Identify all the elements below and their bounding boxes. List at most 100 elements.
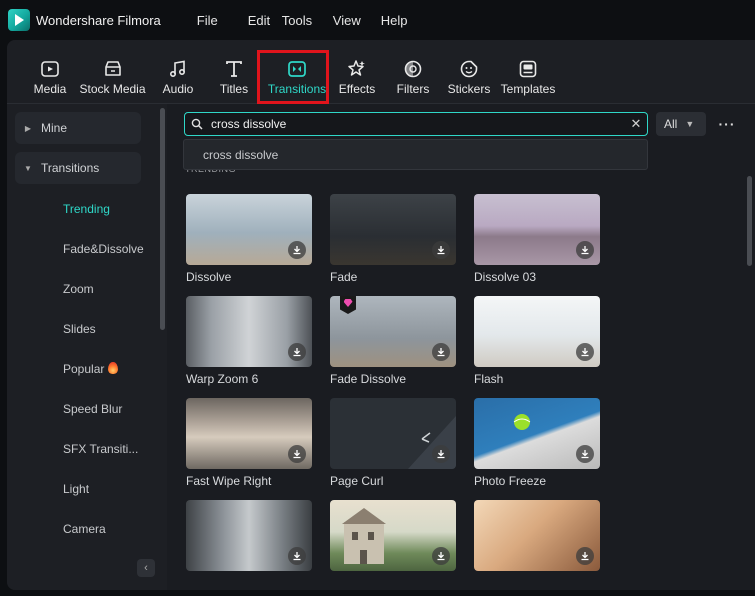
templates-icon	[517, 58, 539, 80]
tab-stock-media[interactable]: Stock Media	[72, 40, 153, 104]
filmora-logo-icon	[8, 9, 30, 31]
download-icon[interactable]	[576, 547, 594, 565]
library-panel: Media Stock Media Audio Titles Transitio…	[7, 40, 755, 590]
title-bar: Wondershare Filmora File Edit Tools View…	[0, 0, 755, 40]
tab-media-label: Media	[33, 82, 67, 96]
sidebar-item-popular-label: Popular	[63, 362, 105, 376]
transition-card-row4-1[interactable]	[186, 500, 312, 571]
search-box[interactable]: ✕	[184, 112, 648, 136]
transition-name: Fade	[330, 270, 358, 284]
transition-name: Photo Freeze	[474, 474, 547, 488]
transition-card-dissolve[interactable]: Dissolve	[186, 194, 312, 284]
tab-transitions[interactable]: Transitions	[257, 40, 329, 104]
tab-stickers-label: Stickers	[447, 82, 491, 96]
transition-thumbnail	[474, 296, 600, 367]
transition-card-page-curl[interactable]: Page Curl	[330, 398, 456, 488]
transition-name: Page Curl	[330, 474, 384, 488]
chevron-down-icon: ▼	[685, 119, 695, 129]
collapse-sidebar-button[interactable]: ‹	[137, 559, 155, 577]
download-icon[interactable]	[432, 547, 450, 565]
sidebar-item-zoom[interactable]: Zoom	[63, 282, 94, 296]
menu-file[interactable]: File	[197, 13, 248, 28]
transition-card-photo-freeze[interactable]: Photo Freeze	[474, 398, 600, 488]
transition-name: Fade Dissolve	[330, 372, 407, 386]
tab-media[interactable]: Media	[28, 40, 72, 104]
search-input[interactable]	[209, 117, 625, 131]
transition-name: Dissolve	[186, 270, 232, 284]
transition-card-fade[interactable]: Fade	[330, 194, 456, 284]
tab-audio[interactable]: Audio	[153, 40, 203, 104]
transition-name: Dissolve 03	[474, 270, 537, 284]
download-icon[interactable]	[432, 343, 450, 361]
tab-filters-label: Filters	[396, 82, 430, 96]
category-sidebar: ▶ Mine ▼ Transitions Trending Fade&Disso…	[7, 104, 167, 590]
chevron-right-icon: ▶	[24, 123, 32, 133]
download-icon[interactable]	[576, 343, 594, 361]
content-scrollbar[interactable]	[747, 176, 752, 266]
sidebar-item-light[interactable]: Light	[63, 482, 89, 496]
transition-thumbnail	[186, 194, 312, 265]
audio-icon	[167, 58, 189, 80]
menu-view[interactable]: View	[333, 13, 381, 28]
download-icon[interactable]	[288, 445, 306, 463]
transition-card-dissolve-03[interactable]: Dissolve 03	[474, 194, 600, 284]
download-icon[interactable]	[432, 445, 450, 463]
flame-icon	[108, 362, 119, 374]
filter-dropdown[interactable]: All ▼	[656, 112, 706, 136]
premium-gem-icon	[340, 296, 356, 314]
transition-card-row4-3[interactable]	[474, 500, 600, 571]
transition-thumbnail	[186, 398, 312, 469]
download-icon[interactable]	[576, 241, 594, 259]
tab-filters[interactable]: Filters	[385, 40, 441, 104]
download-icon[interactable]	[576, 445, 594, 463]
sidebar-item-sfx-transitions[interactable]: SFX Transiti...	[63, 442, 138, 456]
transition-card-flash[interactable]: Flash	[474, 296, 600, 386]
menu-tools[interactable]: Tools	[282, 13, 333, 28]
sidebar-item-camera[interactable]: Camera	[63, 522, 106, 536]
search-icon	[185, 118, 209, 130]
transitions-highlight-box	[257, 50, 329, 104]
effects-icon	[346, 58, 368, 80]
search-suggestion[interactable]: cross dissolve	[183, 139, 648, 170]
sidebar-item-slides[interactable]: Slides	[63, 322, 96, 336]
tab-stickers[interactable]: Stickers	[441, 40, 497, 104]
filmora-window: Wondershare Filmora File Edit Tools View…	[0, 0, 755, 596]
clear-search-icon[interactable]: ✕	[625, 116, 647, 132]
transition-thumbnail	[474, 398, 600, 469]
download-icon[interactable]	[288, 343, 306, 361]
transition-thumbnail	[330, 398, 456, 469]
media-icon	[39, 58, 61, 80]
transition-card-fast-wipe-right[interactable]: Fast Wipe Right	[186, 398, 312, 488]
tab-titles[interactable]: Titles	[203, 40, 265, 104]
sidebar-scrollbar[interactable]	[160, 108, 165, 330]
tab-stock-media-label: Stock Media	[79, 82, 146, 96]
more-options-icon[interactable]: ···	[716, 112, 738, 136]
menu-edit[interactable]: Edit	[248, 13, 282, 28]
transition-card-fade-dissolve[interactable]: Fade Dissolve	[330, 296, 456, 386]
download-icon[interactable]	[288, 241, 306, 259]
menu-help[interactable]: Help	[381, 13, 421, 28]
transition-card-row4-2[interactable]	[330, 500, 456, 571]
sidebar-group-mine[interactable]: ▶ Mine	[15, 112, 141, 144]
stickers-icon	[458, 58, 480, 80]
filter-dropdown-label: All	[664, 117, 678, 131]
sidebar-item-speed-blur[interactable]: Speed Blur	[63, 402, 122, 416]
sidebar-item-trending[interactable]: Trending	[63, 202, 110, 216]
download-icon[interactable]	[432, 241, 450, 259]
transitions-content: TRENDING Dissolve Fade Dissolve 03	[167, 104, 755, 590]
filters-icon	[402, 58, 424, 80]
menu-bar: File Edit Tools View Help	[197, 13, 421, 28]
transition-name: Fast Wipe Right	[186, 474, 272, 488]
sidebar-item-popular[interactable]: Popular	[63, 362, 119, 376]
library-toolbar: Media Stock Media Audio Titles Transitio…	[7, 40, 755, 104]
tab-effects[interactable]: Effects	[329, 40, 385, 104]
tab-effects-label: Effects	[338, 82, 376, 96]
download-icon[interactable]	[288, 547, 306, 565]
transition-card-warp-zoom-6[interactable]: Warp Zoom 6	[186, 296, 312, 386]
sidebar-group-transitions-label: Transitions	[41, 161, 100, 175]
sidebar-item-fade-dissolve[interactable]: Fade&Dissolve	[63, 242, 144, 256]
transition-thumbnail	[186, 500, 312, 571]
app-title: Wondershare Filmora	[36, 12, 161, 28]
tab-templates[interactable]: Templates	[497, 40, 559, 104]
sidebar-group-transitions[interactable]: ▼ Transitions	[15, 152, 141, 184]
